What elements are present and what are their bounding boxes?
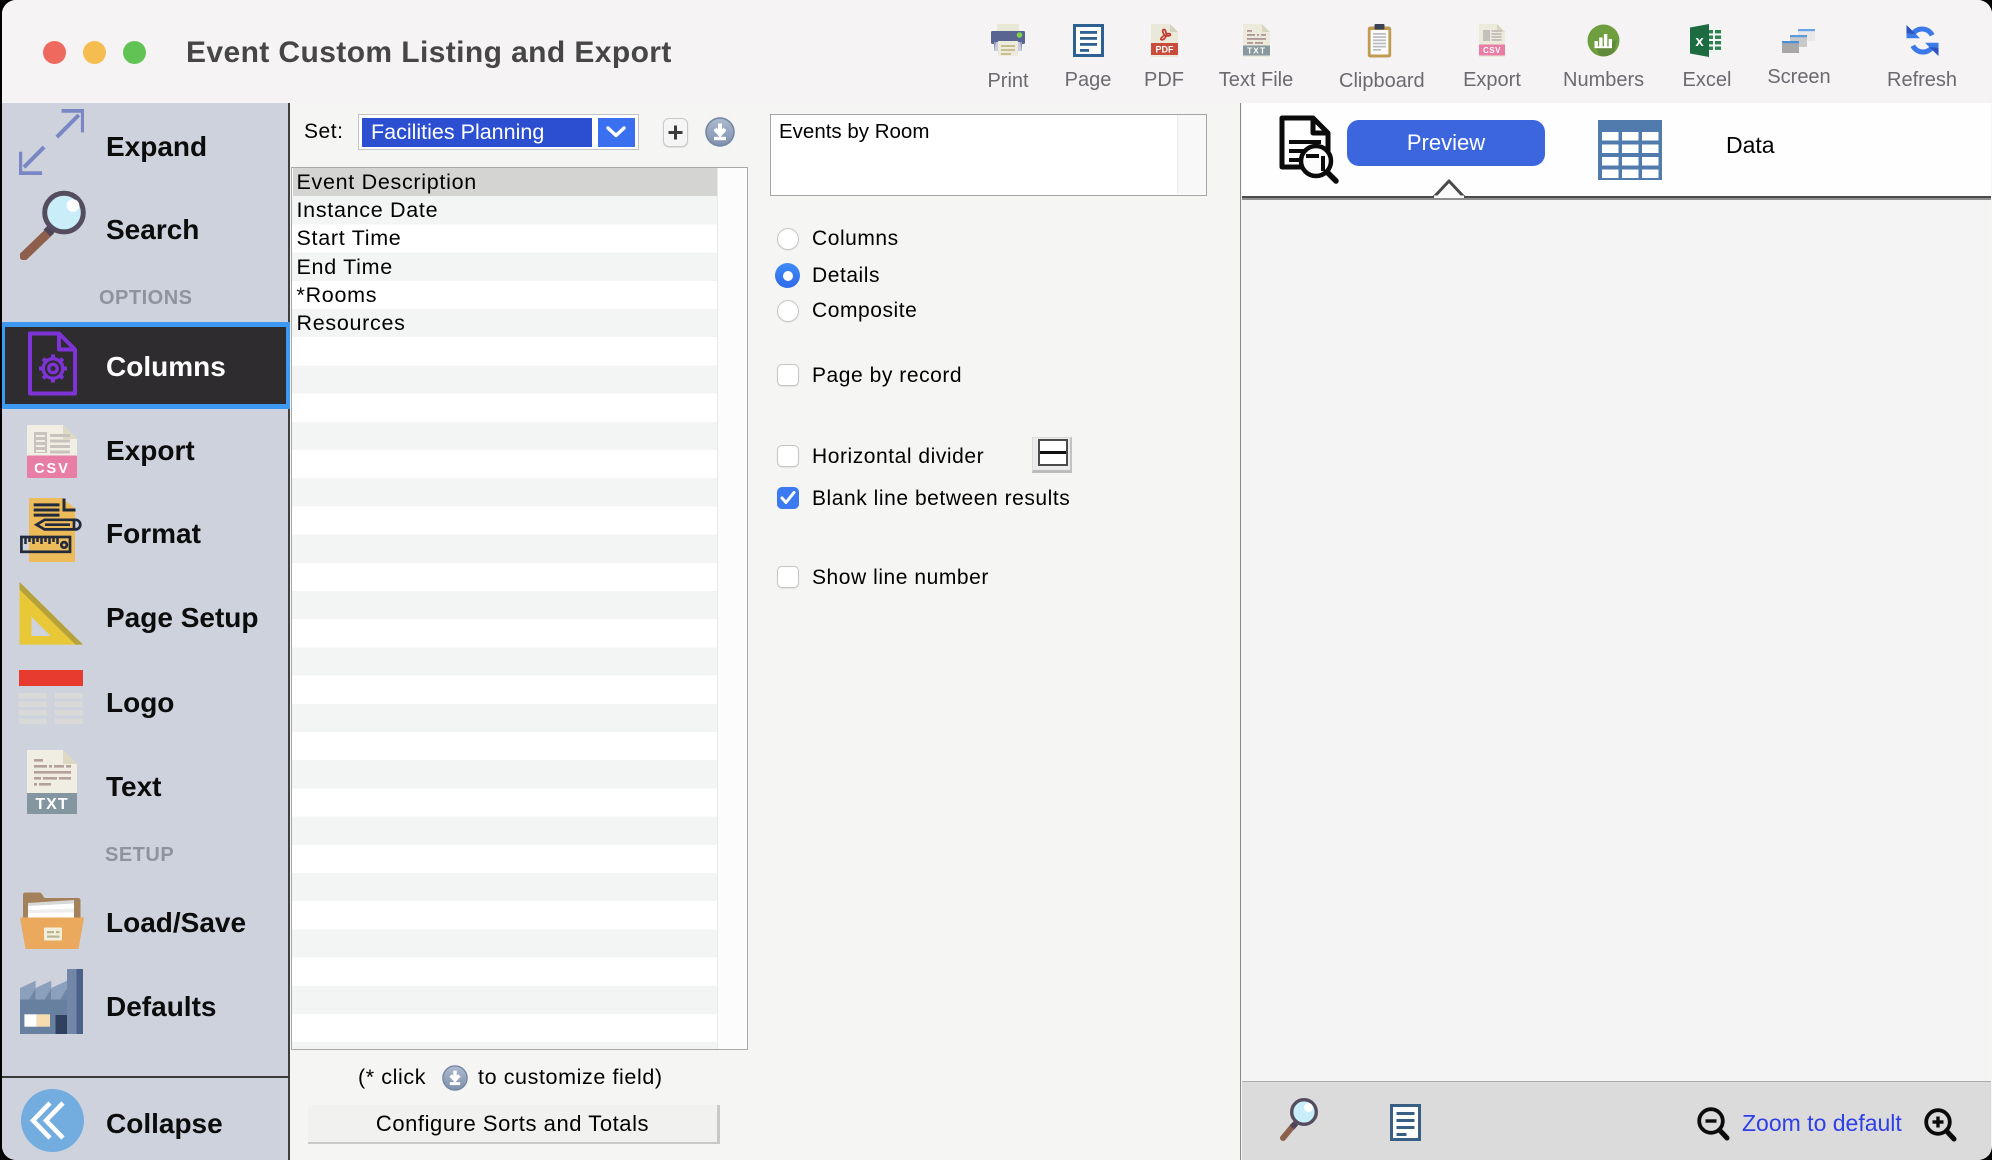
svg-text:CSV: CSV (1483, 46, 1501, 55)
svg-text:x: x (1695, 33, 1704, 50)
svg-text:TXT: TXT (1246, 46, 1265, 56)
svg-text:TXT: TXT (35, 796, 68, 813)
svg-text:CSV: CSV (34, 461, 70, 477)
svg-text:PDF: PDF (1155, 45, 1174, 55)
